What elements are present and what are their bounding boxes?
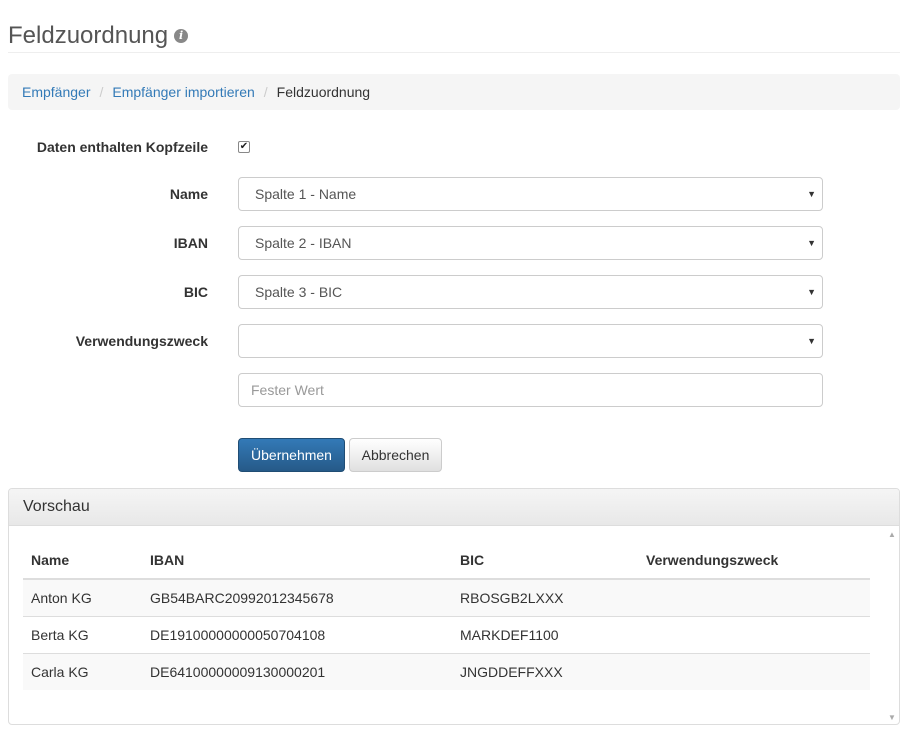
breadcrumb-link-empfaenger[interactable]: Empfänger [22, 84, 90, 100]
bic-select[interactable]: Spalte 3 - BIC ▼ [238, 275, 823, 309]
checkmark-icon: ✔ [239, 141, 249, 152]
name-label: Name [169, 186, 208, 202]
preview-panel-title: Vorschau [9, 489, 899, 526]
breadcrumb-separator: / [263, 84, 268, 100]
cancel-button[interactable]: Abbrechen [349, 438, 442, 472]
bic-label: BIC [183, 284, 208, 300]
iban-select[interactable]: Spalte 2 - IBAN ▼ [238, 226, 823, 260]
cell-iban: GB54BARC20992012345678 [142, 578, 452, 616]
iban-label: IBAN [173, 235, 208, 251]
cell-name: Anton KG [23, 578, 142, 616]
breadcrumb-current: Feldzuordnung [276, 84, 371, 100]
cell-bic: MARKDEF1100 [452, 615, 638, 653]
info-icon[interactable]: i [174, 29, 189, 44]
cell-purpose [638, 578, 870, 616]
chevron-down-icon: ▼ [807, 189, 816, 199]
table-row: Anton KG GB54BARC20992012345678 RBOSGB2L… [23, 578, 870, 616]
preview-table: Name IBAN BIC Verwendungszweck Anton KG … [23, 541, 870, 690]
title-divider [8, 52, 900, 53]
purpose-label: Verwendungszweck [75, 333, 208, 349]
table-header-row: Name IBAN BIC Verwendungszweck [23, 541, 870, 580]
table-row: Berta KG DE19100000000050704108 MARKDEF1… [23, 615, 870, 653]
header-row-label: Daten enthalten Kopfzeile [36, 139, 208, 155]
purpose-select[interactable]: ▼ [238, 324, 823, 358]
breadcrumb: Empfänger / Empfänger importieren / Feld… [8, 74, 900, 110]
fixed-value-input[interactable]: Fester Wert [238, 373, 823, 407]
cell-name: Berta KG [23, 615, 142, 653]
name-select[interactable]: Spalte 1 - Name ▼ [238, 177, 823, 211]
cell-purpose [638, 615, 870, 653]
page-title: Feldzuordnung i [8, 22, 189, 50]
cell-iban: DE19100000000050704108 [142, 615, 452, 653]
scroll-up-icon[interactable]: ▲ [888, 530, 896, 539]
column-header-iban: IBAN [142, 541, 452, 580]
name-select-value: Spalte 1 - Name [255, 186, 357, 202]
chevron-down-icon: ▼ [807, 287, 816, 297]
apply-button[interactable]: Übernehmen [238, 438, 345, 472]
chevron-down-icon: ▼ [807, 336, 816, 346]
cell-bic: JNGDDEFFXXX [452, 652, 638, 690]
cell-name: Carla KG [23, 652, 142, 690]
column-header-purpose: Verwendungszweck [638, 541, 870, 580]
scroll-down-icon[interactable]: ▼ [888, 713, 896, 722]
chevron-down-icon: ▼ [807, 238, 816, 248]
cell-purpose [638, 652, 870, 690]
cell-bic: RBOSGB2LXXX [452, 578, 638, 616]
column-header-name: Name [23, 541, 142, 580]
preview-scrollbar[interactable]: ▲ ▼ [885, 526, 899, 724]
page-title-text: Feldzuordnung [8, 22, 169, 50]
header-row-checkbox[interactable]: ✔ [238, 141, 250, 153]
iban-select-value: Spalte 2 - IBAN [255, 235, 352, 251]
preview-panel: Vorschau Name IBAN BIC Verwendungszweck … [8, 488, 900, 725]
column-header-bic: BIC [452, 541, 638, 580]
breadcrumb-separator: / [99, 84, 104, 100]
bic-select-value: Spalte 3 - BIC [255, 284, 343, 300]
cell-iban: DE64100000009130000201 [142, 652, 452, 690]
table-row: Carla KG DE64100000009130000201 JNGDDEFF… [23, 652, 870, 690]
breadcrumb-link-import[interactable]: Empfänger importieren [112, 84, 254, 100]
